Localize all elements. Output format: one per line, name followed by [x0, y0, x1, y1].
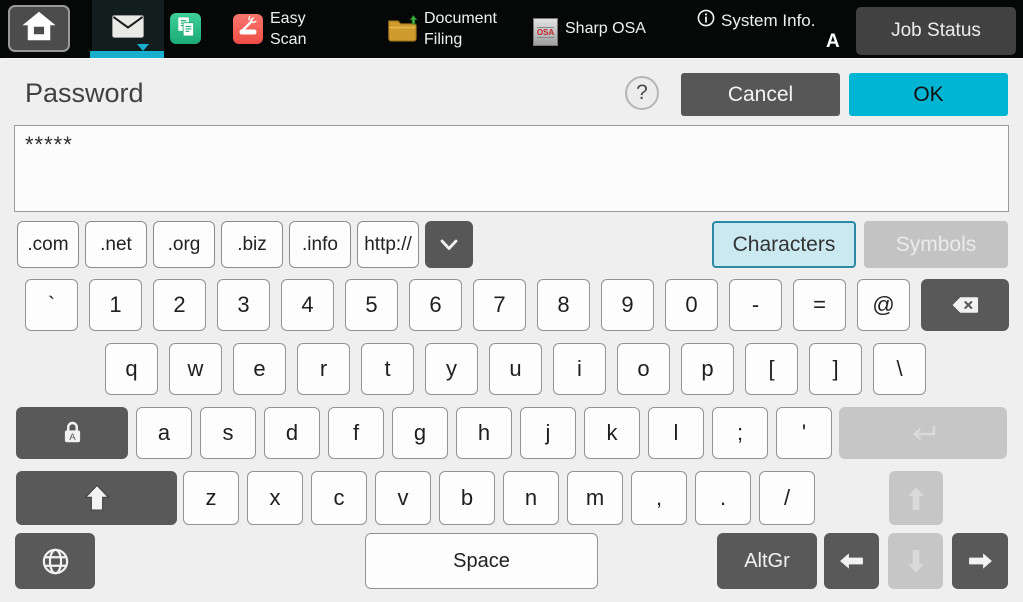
key-l[interactable]: l	[648, 407, 704, 459]
key-][interactable]: ]	[809, 343, 862, 395]
key-8[interactable]: 8	[537, 279, 590, 331]
tab-copy[interactable]	[170, 13, 201, 44]
key-x[interactable]: x	[247, 471, 303, 525]
key-e[interactable]: e	[233, 343, 286, 395]
globe-icon	[40, 546, 71, 577]
keyboard-row: Space AltGr	[0, 533, 1023, 589]
key-c[interactable]: c	[311, 471, 367, 525]
key-\[interactable]: \	[873, 343, 926, 395]
job-status-button[interactable]: Job Status	[856, 7, 1016, 55]
key-m[interactable]: m	[567, 471, 623, 525]
key-@[interactable]: @	[857, 279, 910, 331]
key-f[interactable]: f	[328, 407, 384, 459]
on-screen-keyboard: `1234567890-=@ qwertyuiop[]\ Aasdfghjkl;' z…	[0, 59, 1023, 602]
key-cursor-left[interactable]	[824, 533, 879, 589]
key-s[interactable]: s	[200, 407, 256, 459]
key-z[interactable]: z	[183, 471, 239, 525]
key-shift[interactable]	[16, 471, 177, 525]
key-4[interactable]: 4	[281, 279, 334, 331]
key-7[interactable]: 7	[473, 279, 526, 331]
keyboard-row: zxcvbnm,./	[0, 471, 1023, 525]
enter-icon	[907, 422, 939, 444]
key-y[interactable]: y	[425, 343, 478, 395]
home-icon	[21, 10, 57, 47]
key-p[interactable]: p	[681, 343, 734, 395]
key-;[interactable]: ;	[712, 407, 768, 459]
easy-scan-icon	[236, 15, 260, 44]
easy-scan-label[interactable]: Easy Scan	[270, 8, 306, 50]
key-n[interactable]: n	[503, 471, 559, 525]
home-button[interactable]	[8, 5, 70, 52]
key-v[interactable]: v	[375, 471, 431, 525]
key-=[interactable]: =	[793, 279, 846, 331]
info-icon	[697, 9, 715, 32]
caps-lock-icon: A	[59, 419, 86, 447]
key-r[interactable]: r	[297, 343, 350, 395]
key-9[interactable]: 9	[601, 279, 654, 331]
keyboard-row: qwertyuiop[]\	[0, 343, 1023, 395]
email-envelope-icon	[112, 15, 144, 43]
email-tab-active-underline	[90, 51, 164, 58]
arrow-down-icon	[907, 548, 925, 575]
key-0[interactable]: 0	[665, 279, 718, 331]
sharp-osa-icon: OSA	[533, 18, 558, 46]
key-caps-lock[interactable]: A	[16, 407, 128, 459]
key--[interactable]: -	[729, 279, 782, 331]
svg-text:A: A	[69, 432, 76, 443]
arrow-left-icon	[838, 552, 865, 570]
password-dialog: Password ? Cancel OK .com.net.org.biz.in…	[0, 58, 1023, 602]
keyboard-row: `1234567890-=@	[0, 279, 1023, 331]
tab-email[interactable]	[92, 0, 164, 58]
sharp-mfp-screen: Easy Scan Document Filing OSA Sharp OSA	[0, 0, 1023, 602]
key-enter	[839, 407, 1007, 459]
tab-easy-scan[interactable]	[233, 14, 263, 44]
key-q[interactable]: q	[105, 343, 158, 395]
keyboard-row: Aasdfghjkl;'	[0, 407, 1023, 459]
key-globe[interactable]	[15, 533, 95, 589]
key-2[interactable]: 2	[153, 279, 206, 331]
key-,[interactable]: ,	[631, 471, 687, 525]
key-backspace[interactable]	[921, 279, 1009, 331]
key-u[interactable]: u	[489, 343, 542, 395]
arrow-up-icon	[907, 485, 925, 512]
key-o[interactable]: o	[617, 343, 670, 395]
key-/[interactable]: /	[759, 471, 815, 525]
ime-indicator: A	[826, 31, 840, 53]
key-b[interactable]: b	[439, 471, 495, 525]
key-k[interactable]: k	[584, 407, 640, 459]
key-1[interactable]: 1	[89, 279, 142, 331]
key-[[interactable]: [	[745, 343, 798, 395]
key-5[interactable]: 5	[345, 279, 398, 331]
key-d[interactable]: d	[264, 407, 320, 459]
key-`[interactable]: `	[25, 279, 78, 331]
key-h[interactable]: h	[456, 407, 512, 459]
key-j[interactable]: j	[520, 407, 576, 459]
key-space[interactable]: Space	[365, 533, 598, 589]
key-i[interactable]: i	[553, 343, 606, 395]
key-altgr[interactable]: AltGr	[717, 533, 817, 589]
sharp-osa-label[interactable]: Sharp OSA	[565, 0, 646, 58]
key-a[interactable]: a	[136, 407, 192, 459]
key-t[interactable]: t	[361, 343, 414, 395]
key-.[interactable]: .	[695, 471, 751, 525]
key-g[interactable]: g	[392, 407, 448, 459]
system-info-label: System Info.	[721, 11, 815, 31]
backspace-icon	[951, 296, 979, 314]
system-info[interactable]: System Info.	[697, 9, 815, 32]
document-filing-icon	[386, 15, 418, 45]
key-w[interactable]: w	[169, 343, 222, 395]
key-6[interactable]: 6	[409, 279, 462, 331]
copy-icon	[174, 15, 197, 43]
key-3[interactable]: 3	[217, 279, 270, 331]
key-cursor-down	[888, 533, 943, 589]
email-tab-caret-icon	[137, 44, 149, 51]
key-'[interactable]: '	[776, 407, 832, 459]
arrow-right-icon	[967, 552, 994, 570]
key-cursor-right[interactable]	[952, 533, 1008, 589]
shift-icon	[81, 482, 113, 514]
key-cursor-up	[889, 471, 943, 525]
document-filing-label[interactable]: Document Filing	[424, 8, 497, 50]
top-bar: Easy Scan Document Filing OSA Sharp OSA	[0, 0, 1023, 58]
